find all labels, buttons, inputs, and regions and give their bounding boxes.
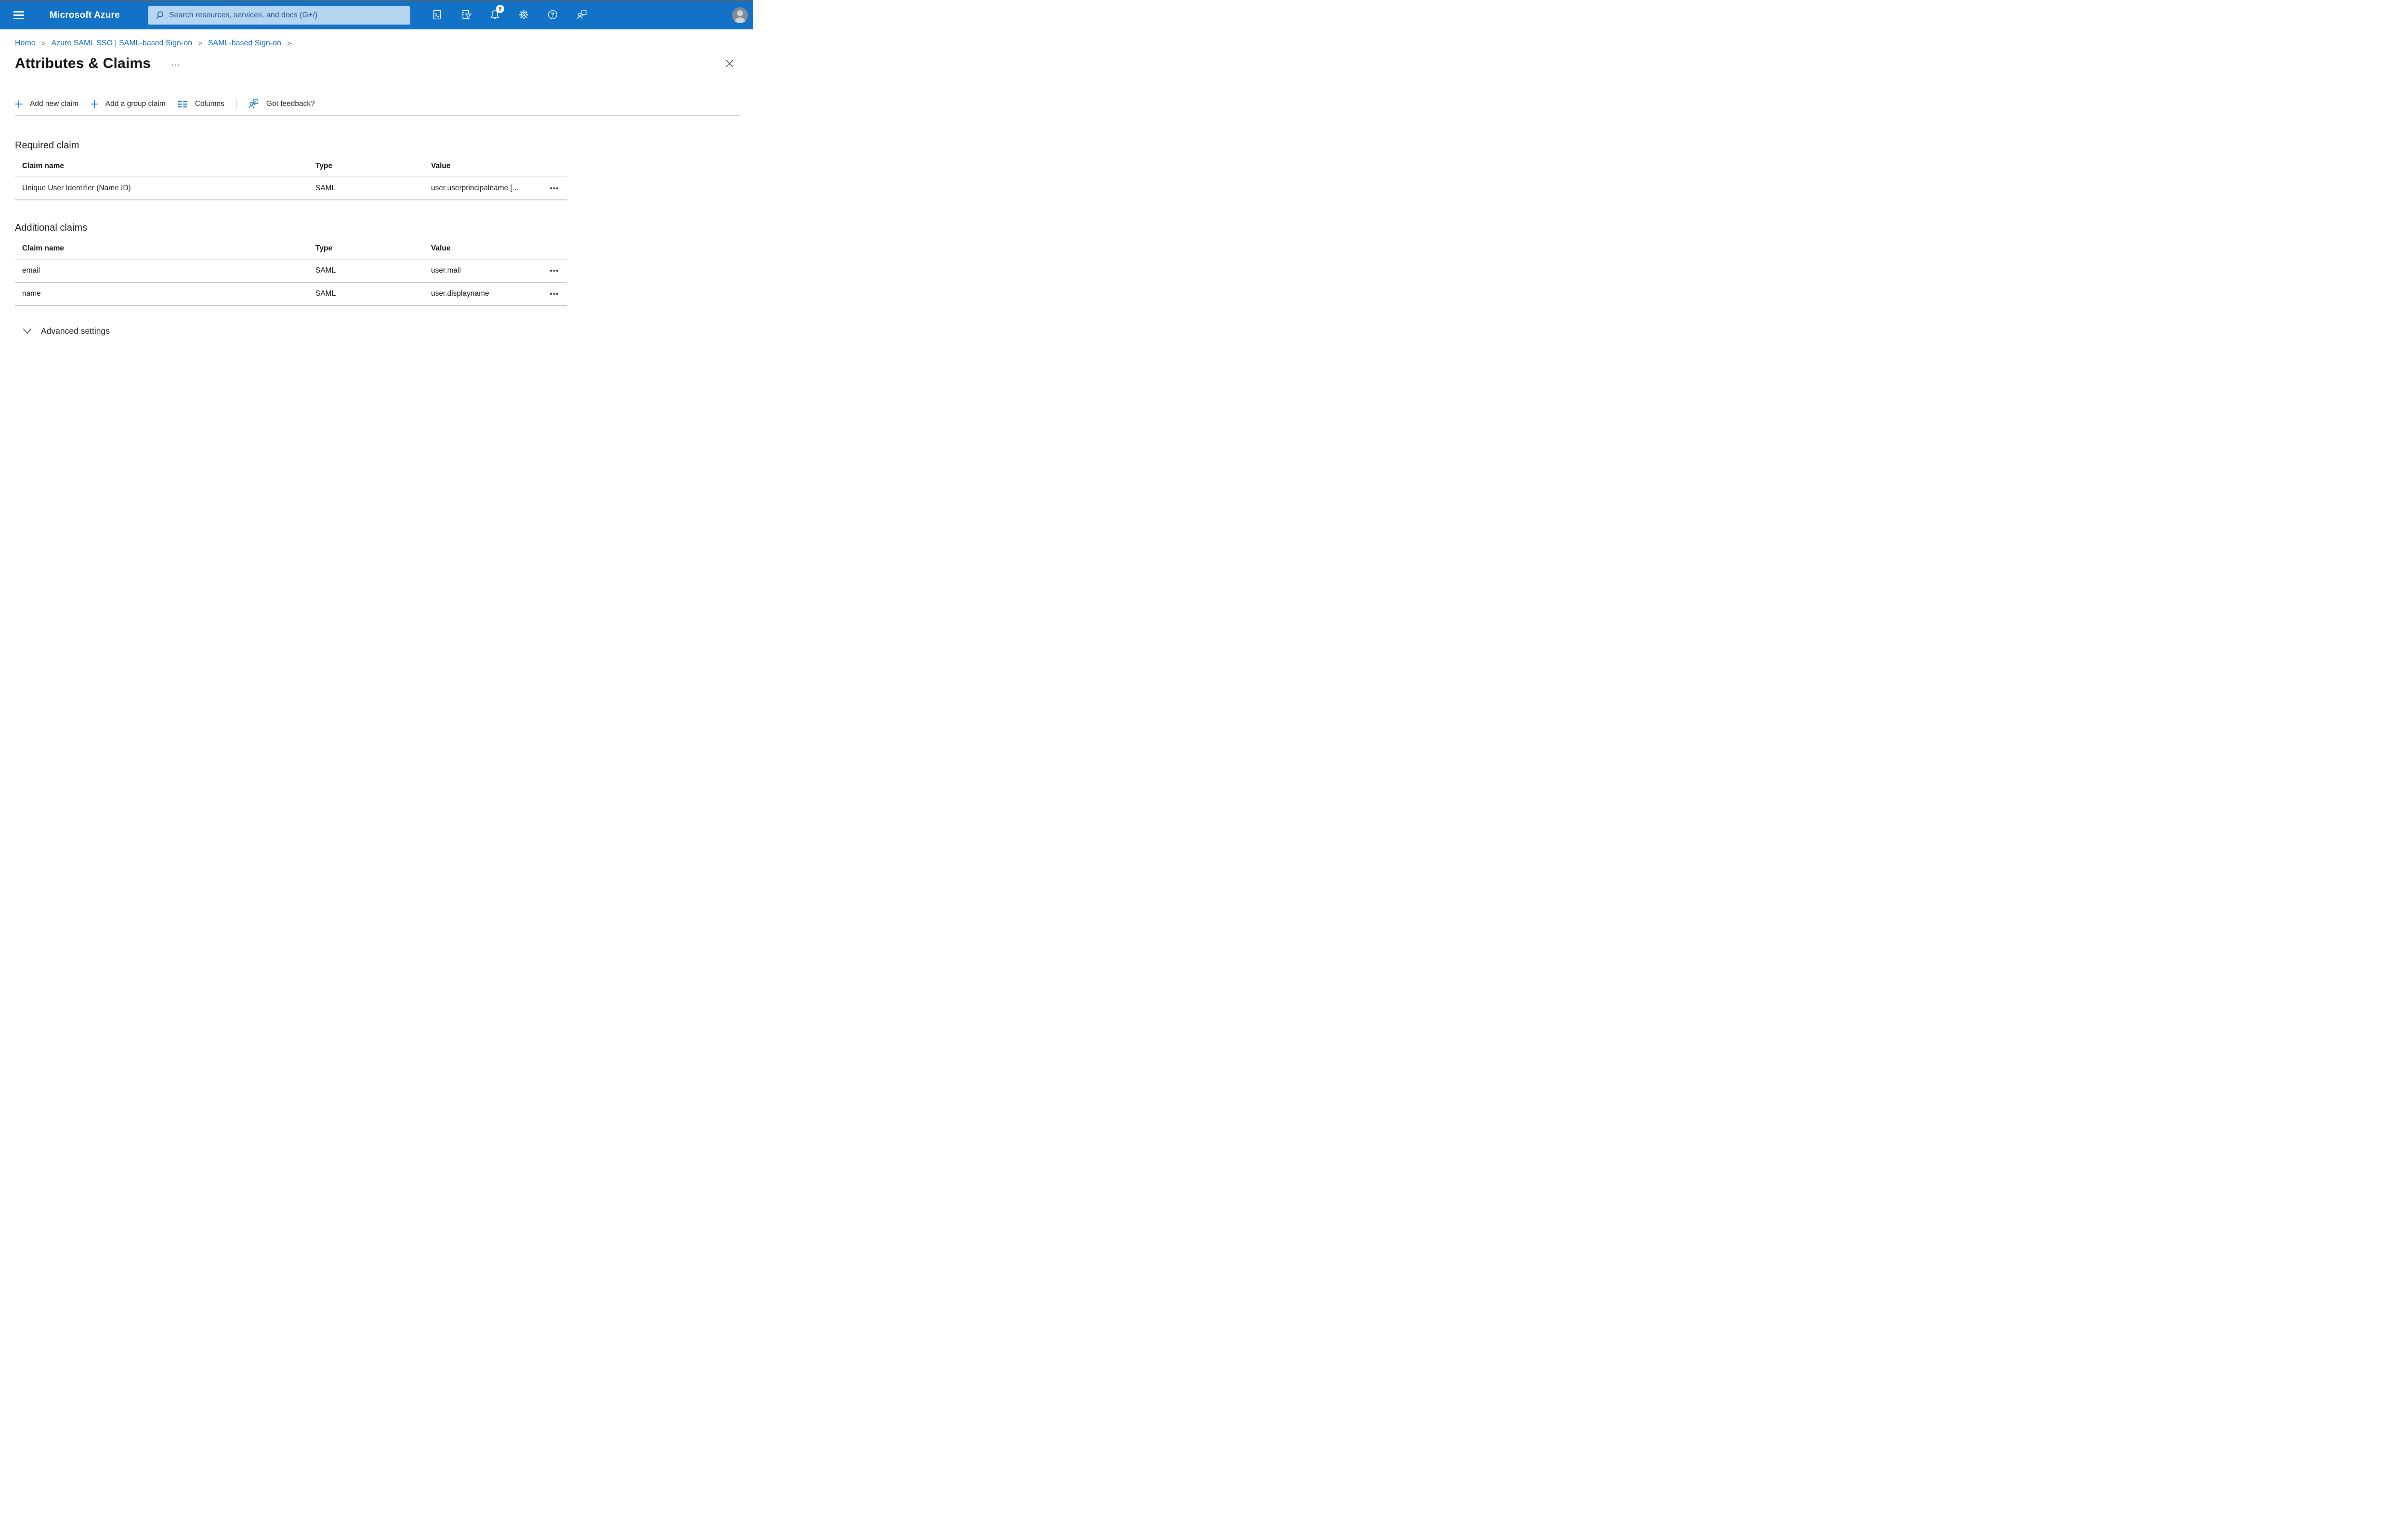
row-more-icon[interactable] bbox=[548, 290, 560, 298]
search-icon bbox=[155, 11, 164, 20]
help-icon: ? bbox=[547, 9, 558, 22]
breadcrumb-separator: > bbox=[198, 39, 202, 48]
claim-value-cell: user.displayname bbox=[431, 289, 489, 298]
breadcrumb-signon-link[interactable]: SAML-based Sign-on bbox=[208, 39, 281, 48]
chevron-down-icon bbox=[23, 328, 32, 334]
additional-claims-heading: Additional claims bbox=[15, 223, 88, 233]
avatar[interactable] bbox=[732, 7, 748, 23]
row-more-icon[interactable] bbox=[548, 184, 560, 192]
breadcrumb-app-link[interactable]: Azure SAML SSO | SAML-based Sign-on bbox=[51, 39, 192, 48]
blade-content: Home > Azure SAML SSO | SAML-based Sign-… bbox=[0, 39, 753, 336]
directory-filter-button[interactable] bbox=[451, 1, 480, 29]
claim-type-cell: SAML bbox=[315, 289, 336, 298]
advanced-settings-label: Advanced settings bbox=[41, 326, 110, 336]
feedback-icon bbox=[576, 9, 587, 22]
title-more-icon[interactable] bbox=[172, 64, 179, 66]
claim-value-cell: user.userprincipalname [... bbox=[431, 184, 519, 192]
topbar-icon-group: 6 ? bbox=[422, 1, 596, 29]
add-group-claim-button[interactable]: Add a group claim bbox=[91, 100, 166, 108]
add-new-claim-button[interactable]: Add new claim bbox=[15, 100, 79, 108]
feedback-icon bbox=[248, 98, 259, 110]
columns-button[interactable]: Columns bbox=[178, 100, 224, 108]
claim-type-cell: SAML bbox=[315, 184, 336, 192]
topbar: Microsoft Azure Search resources, servic… bbox=[0, 1, 753, 29]
table-row[interactable]: Unique User Identifier (Name ID) SAML us… bbox=[15, 177, 567, 200]
table-row[interactable]: email SAML user.mail bbox=[15, 260, 567, 283]
claim-name-cell: Unique User Identifier (Name ID) bbox=[22, 184, 131, 192]
directory-filter-icon bbox=[460, 9, 471, 22]
command-bar-rule bbox=[15, 115, 740, 116]
azure-portal-page: Microsoft Azure Search resources, servic… bbox=[0, 0, 753, 336]
columns-icon bbox=[178, 101, 188, 108]
row-more-icon[interactable] bbox=[548, 267, 560, 275]
required-claim-table: Claim name Type Value Unique User Identi… bbox=[15, 156, 567, 200]
help-button[interactable]: ? bbox=[538, 1, 567, 29]
table-header-row: Claim name Type Value bbox=[15, 156, 567, 177]
page-title: Attributes & Claims bbox=[15, 55, 151, 71]
breadcrumb-home-link[interactable]: Home bbox=[15, 39, 36, 48]
column-header-value: Value bbox=[431, 244, 451, 252]
claim-name-cell: email bbox=[22, 266, 40, 275]
required-claim-heading: Required claim bbox=[15, 140, 79, 151]
settings-gear-icon bbox=[518, 9, 529, 22]
search-input[interactable]: Search resources, services, and docs (G+… bbox=[148, 6, 410, 25]
table-row[interactable]: name SAML user.displayname bbox=[15, 283, 567, 306]
search-placeholder: Search resources, services, and docs (G+… bbox=[169, 11, 318, 19]
column-header-type: Type bbox=[315, 162, 333, 170]
column-header-type: Type bbox=[315, 244, 333, 252]
notification-badge: 6 bbox=[496, 5, 504, 13]
plus-icon bbox=[91, 100, 98, 108]
advanced-settings-toggle[interactable]: Advanced settings bbox=[15, 326, 110, 336]
command-bar: Add new claim Add a group claim Columns bbox=[15, 93, 740, 115]
plus-icon bbox=[15, 100, 23, 108]
column-header-value: Value bbox=[431, 162, 451, 170]
breadcrumb-separator: > bbox=[287, 39, 291, 48]
claim-value-cell: user.mail bbox=[431, 266, 461, 275]
close-icon[interactable] bbox=[725, 59, 734, 68]
cloud-shell-button[interactable] bbox=[422, 1, 451, 29]
notifications-button[interactable]: 6 bbox=[480, 1, 509, 29]
column-header-claim-name: Claim name bbox=[22, 244, 65, 252]
claim-type-cell: SAML bbox=[315, 266, 336, 275]
brand-logo[interactable]: Microsoft Azure bbox=[50, 1, 120, 29]
title-row: Attributes & Claims bbox=[15, 55, 740, 72]
svg-text:?: ? bbox=[550, 11, 554, 18]
hamburger-menu-button[interactable] bbox=[10, 1, 28, 29]
table-header-row: Claim name Type Value bbox=[15, 238, 567, 260]
column-header-claim-name: Claim name bbox=[22, 162, 65, 170]
toolbar-divider bbox=[236, 98, 237, 110]
additional-claims-table: Claim name Type Value email SAML user.ma… bbox=[15, 238, 567, 306]
breadcrumb: Home > Azure SAML SSO | SAML-based Sign-… bbox=[15, 39, 740, 48]
settings-button[interactable] bbox=[509, 1, 538, 29]
got-feedback-button[interactable]: Got feedback? bbox=[248, 98, 315, 110]
claim-name-cell: name bbox=[22, 289, 41, 298]
feedback-button[interactable] bbox=[567, 1, 596, 29]
breadcrumb-separator: > bbox=[41, 39, 46, 48]
cloud-shell-icon bbox=[432, 9, 443, 22]
